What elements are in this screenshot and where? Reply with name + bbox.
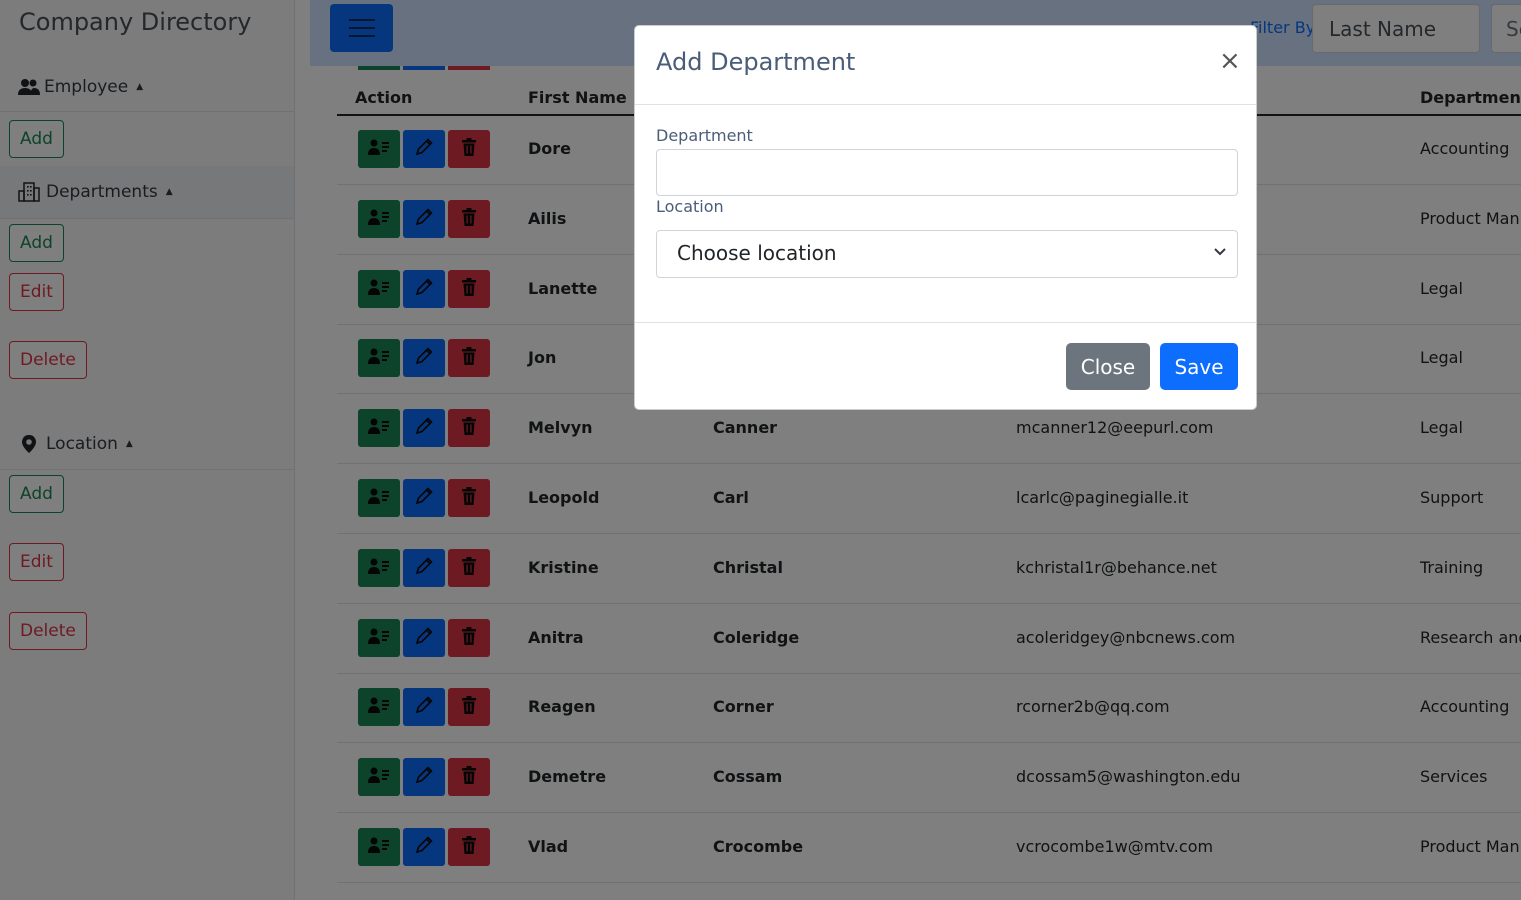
close-button[interactable]: Close <box>1066 343 1150 390</box>
modal-title: Add Department <box>656 48 856 76</box>
close-icon[interactable]: × <box>1219 48 1241 74</box>
add-department-modal: Add Department × Department Location Cho… <box>634 25 1257 410</box>
chevron-down-icon <box>1214 248 1226 256</box>
department-input[interactable] <box>656 149 1238 196</box>
modal-header: Add Department × <box>635 26 1256 105</box>
department-label: Department <box>656 126 753 145</box>
location-select-value: Choose location <box>677 241 837 265</box>
save-button[interactable]: Save <box>1160 343 1238 390</box>
modal-footer-divider <box>635 322 1256 323</box>
location-label: Location <box>656 197 724 216</box>
location-select[interactable]: Choose location <box>656 230 1238 278</box>
